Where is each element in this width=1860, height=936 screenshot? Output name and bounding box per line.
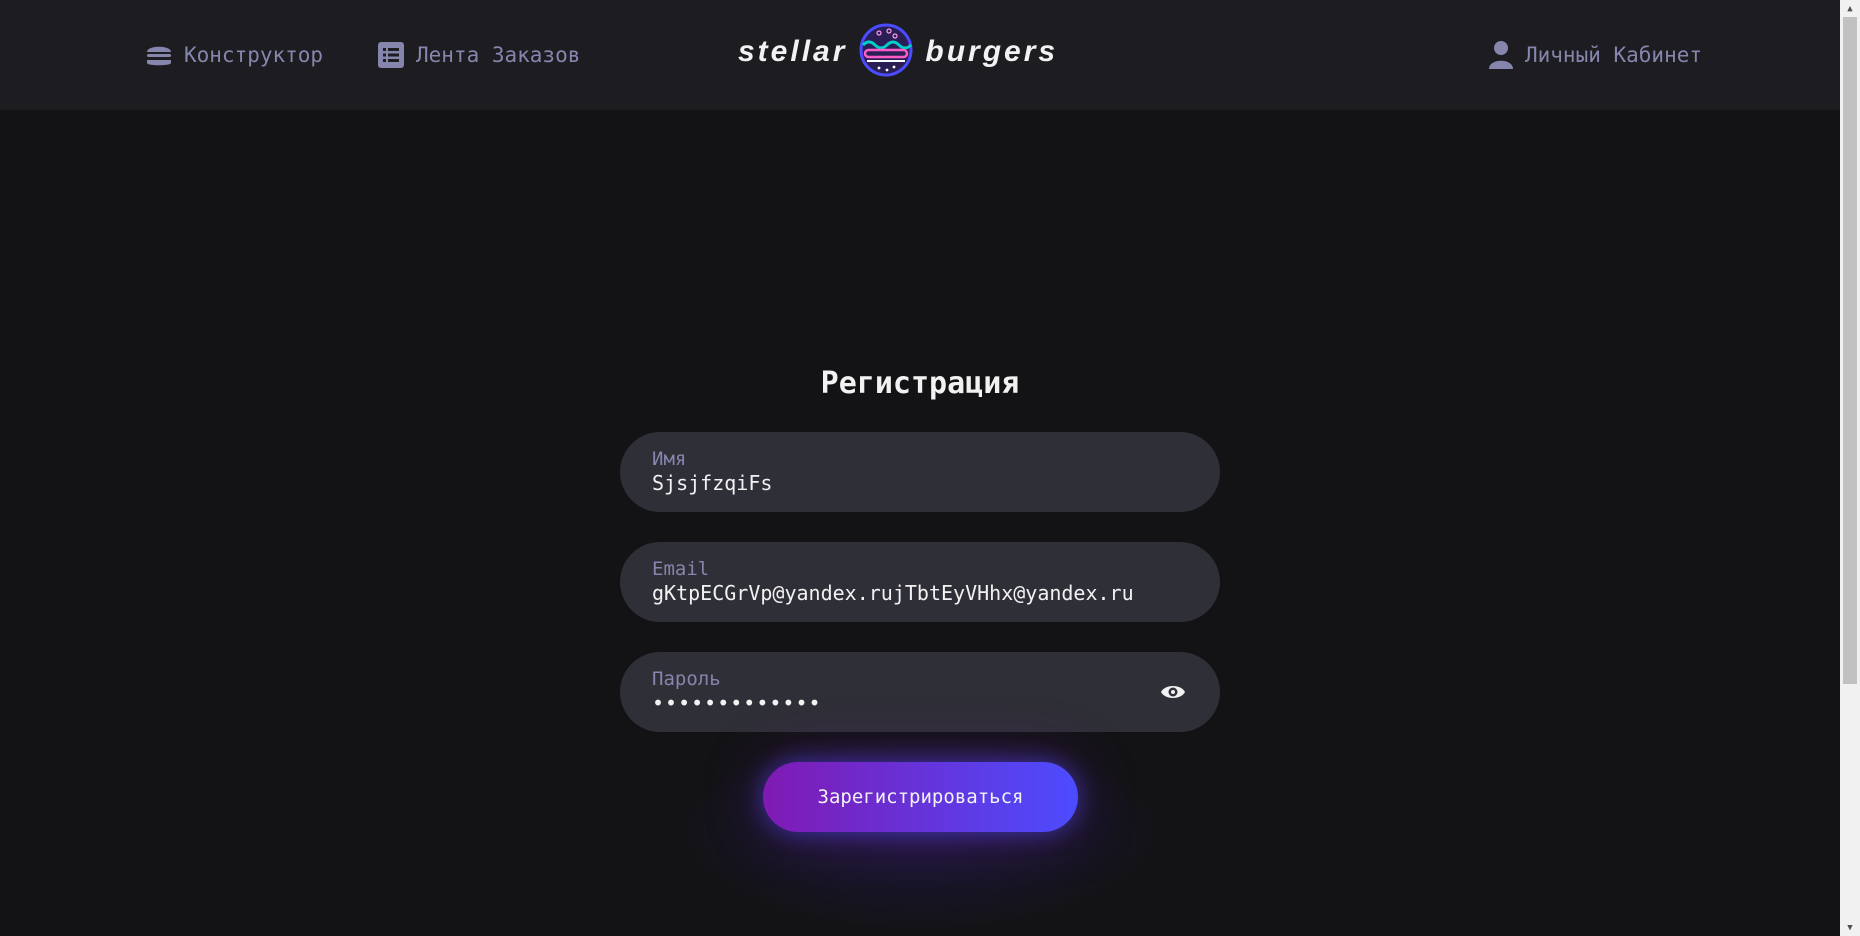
- page: Конструктор Лента Заказов stellar burger…: [0, 0, 1860, 936]
- password-field-value[interactable]: •••••••••••••: [652, 691, 822, 715]
- scroll-up-arrow-icon[interactable]: ▲: [1840, 0, 1860, 17]
- scroll-thumb[interactable]: [1843, 17, 1857, 684]
- nav-personal-account-label: Личный Кабинет: [1525, 43, 1703, 67]
- nav-order-feed[interactable]: Лента Заказов: [376, 0, 580, 110]
- name-field-label: Имя: [652, 448, 687, 470]
- nav-constructor[interactable]: Конструктор: [144, 0, 323, 110]
- logo-text-right: burgers: [925, 35, 1059, 68]
- scrollbar[interactable]: ▲ ▼: [1840, 0, 1860, 936]
- page-title: Регистрация: [820, 366, 1020, 401]
- eye-icon[interactable]: [1160, 679, 1186, 705]
- password-field-label: Пароль: [652, 668, 721, 690]
- burger-logo-icon: [859, 21, 913, 83]
- logo-text-left: stellar: [738, 35, 848, 68]
- email-field-label: Email: [652, 558, 710, 580]
- app-header: Конструктор Лента Заказов stellar burger…: [0, 0, 1840, 110]
- scroll-down-arrow-icon[interactable]: ▼: [1840, 919, 1860, 936]
- profile-icon: [1487, 40, 1515, 70]
- name-field-value[interactable]: SjsjfzqiFs: [652, 471, 772, 495]
- email-field[interactable]: Email gKtpECGrVp@yandex.rujTbtEyVHhx@yan…: [620, 542, 1220, 622]
- nav-constructor-label: Конструктор: [184, 43, 324, 67]
- list-icon: [376, 40, 406, 70]
- email-field-value[interactable]: gKtpECGrVp@yandex.rujTbtEyVHhx@yandex.ru: [652, 581, 1134, 605]
- name-field[interactable]: Имя SjsjfzqiFs: [620, 432, 1220, 512]
- burger-icon: [144, 40, 174, 70]
- register-button[interactable]: Зарегистрироваться: [763, 762, 1078, 832]
- nav-order-feed-label: Лента Заказов: [416, 43, 581, 67]
- nav-personal-account[interactable]: Личный Кабинет: [1487, 0, 1702, 110]
- logo[interactable]: stellar burgers: [738, 22, 1058, 82]
- password-field[interactable]: Пароль •••••••••••••: [620, 652, 1220, 732]
